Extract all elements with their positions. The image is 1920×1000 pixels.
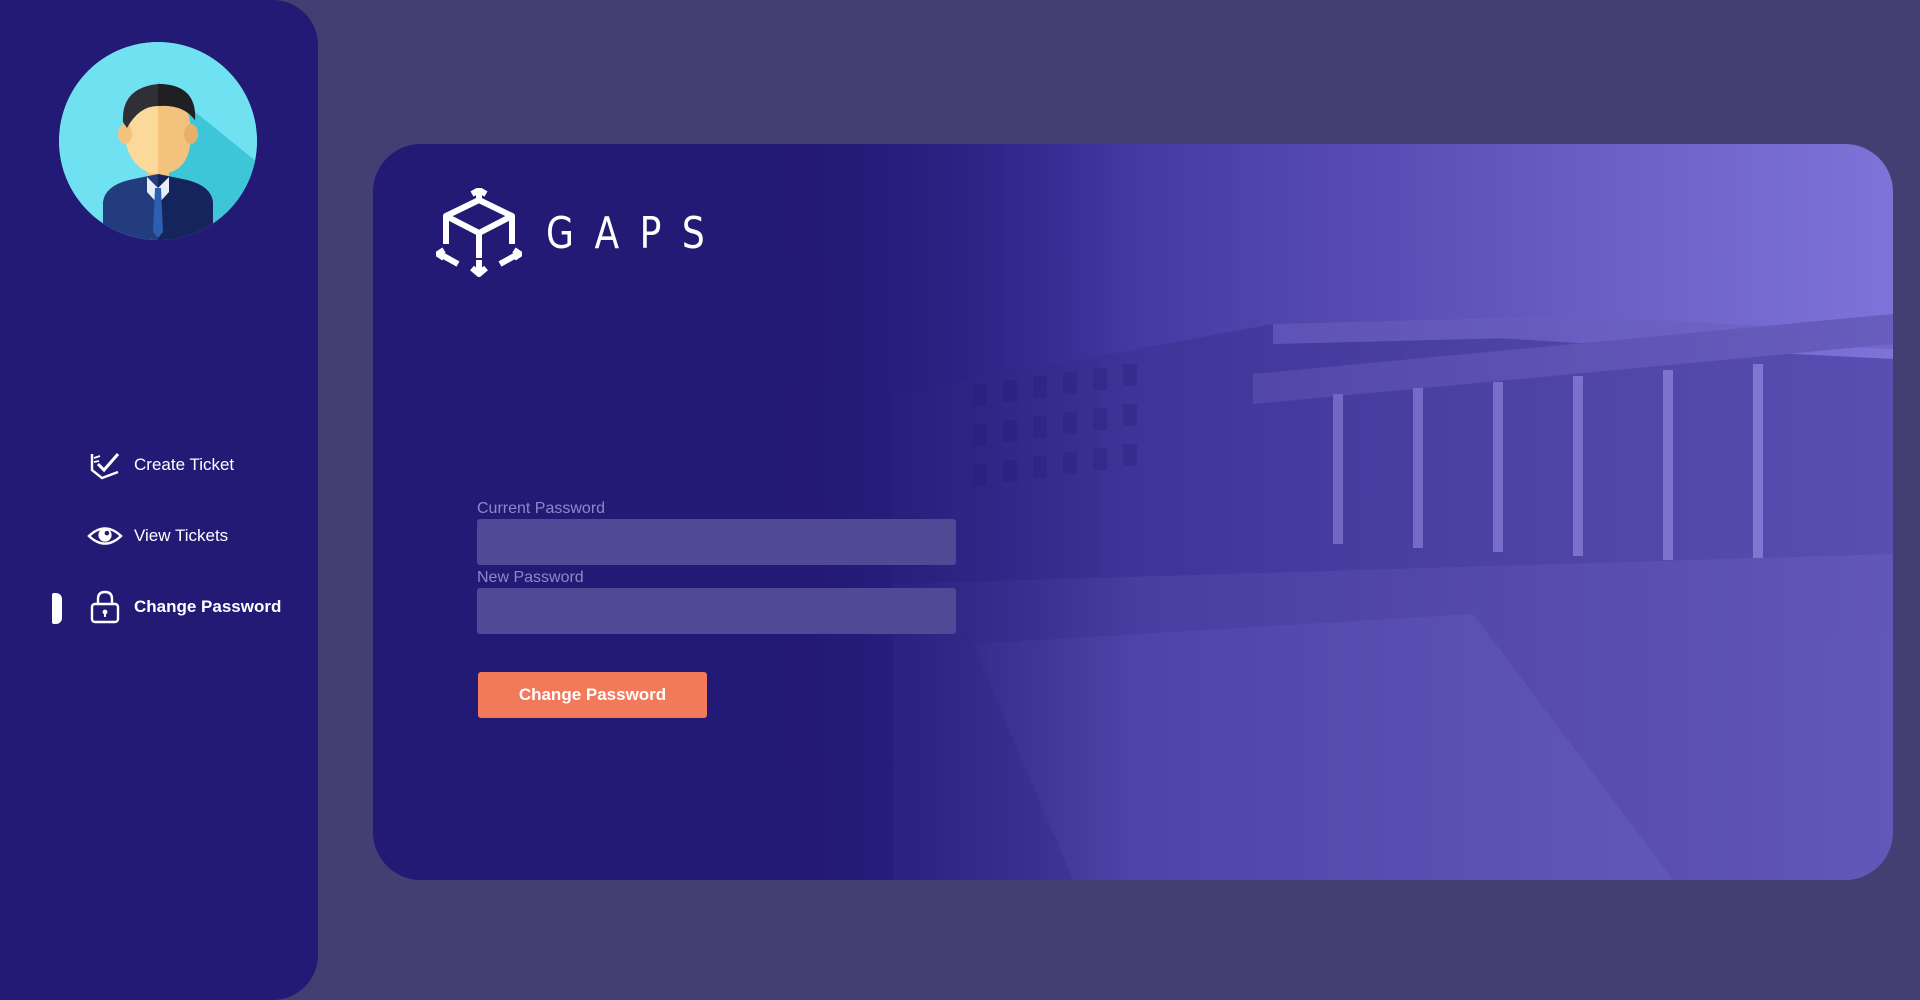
user-avatar-icon xyxy=(59,42,257,240)
brand: GAPS xyxy=(436,188,765,278)
change-password-form: Current Password New Password xyxy=(477,499,956,637)
active-indicator xyxy=(52,593,62,624)
sidebar-item-label: Change Password xyxy=(134,597,282,616)
create-ticket-icon xyxy=(87,447,123,483)
sidebar-item-view-tickets[interactable]: View Tickets xyxy=(0,516,318,556)
lock-icon xyxy=(87,589,123,625)
new-password-label: New Password xyxy=(477,569,584,586)
eye-icon xyxy=(87,518,123,554)
change-password-card: GAPS Current Password New Password Chang… xyxy=(373,144,1893,880)
current-password-label: Current Password xyxy=(477,500,606,517)
brand-name: GAPS xyxy=(546,207,726,259)
change-password-button[interactable]: Change Password xyxy=(478,672,707,718)
sidebar-item-change-password[interactable]: Change Password xyxy=(0,587,318,627)
sidebar-nav: Create Ticket View Tickets Change Passwo… xyxy=(0,445,318,658)
sidebar-item-create-ticket[interactable]: Create Ticket xyxy=(0,445,318,485)
sidebar-item-label: View Tickets xyxy=(134,526,229,545)
new-password-input[interactable] xyxy=(477,588,956,634)
sidebar-item-label: Create Ticket xyxy=(134,455,235,474)
sidebar: Create Ticket View Tickets Change Passwo… xyxy=(0,0,318,1000)
cube-logo-icon xyxy=(436,188,522,277)
avatar xyxy=(59,42,257,240)
current-password-input[interactable] xyxy=(477,519,956,565)
